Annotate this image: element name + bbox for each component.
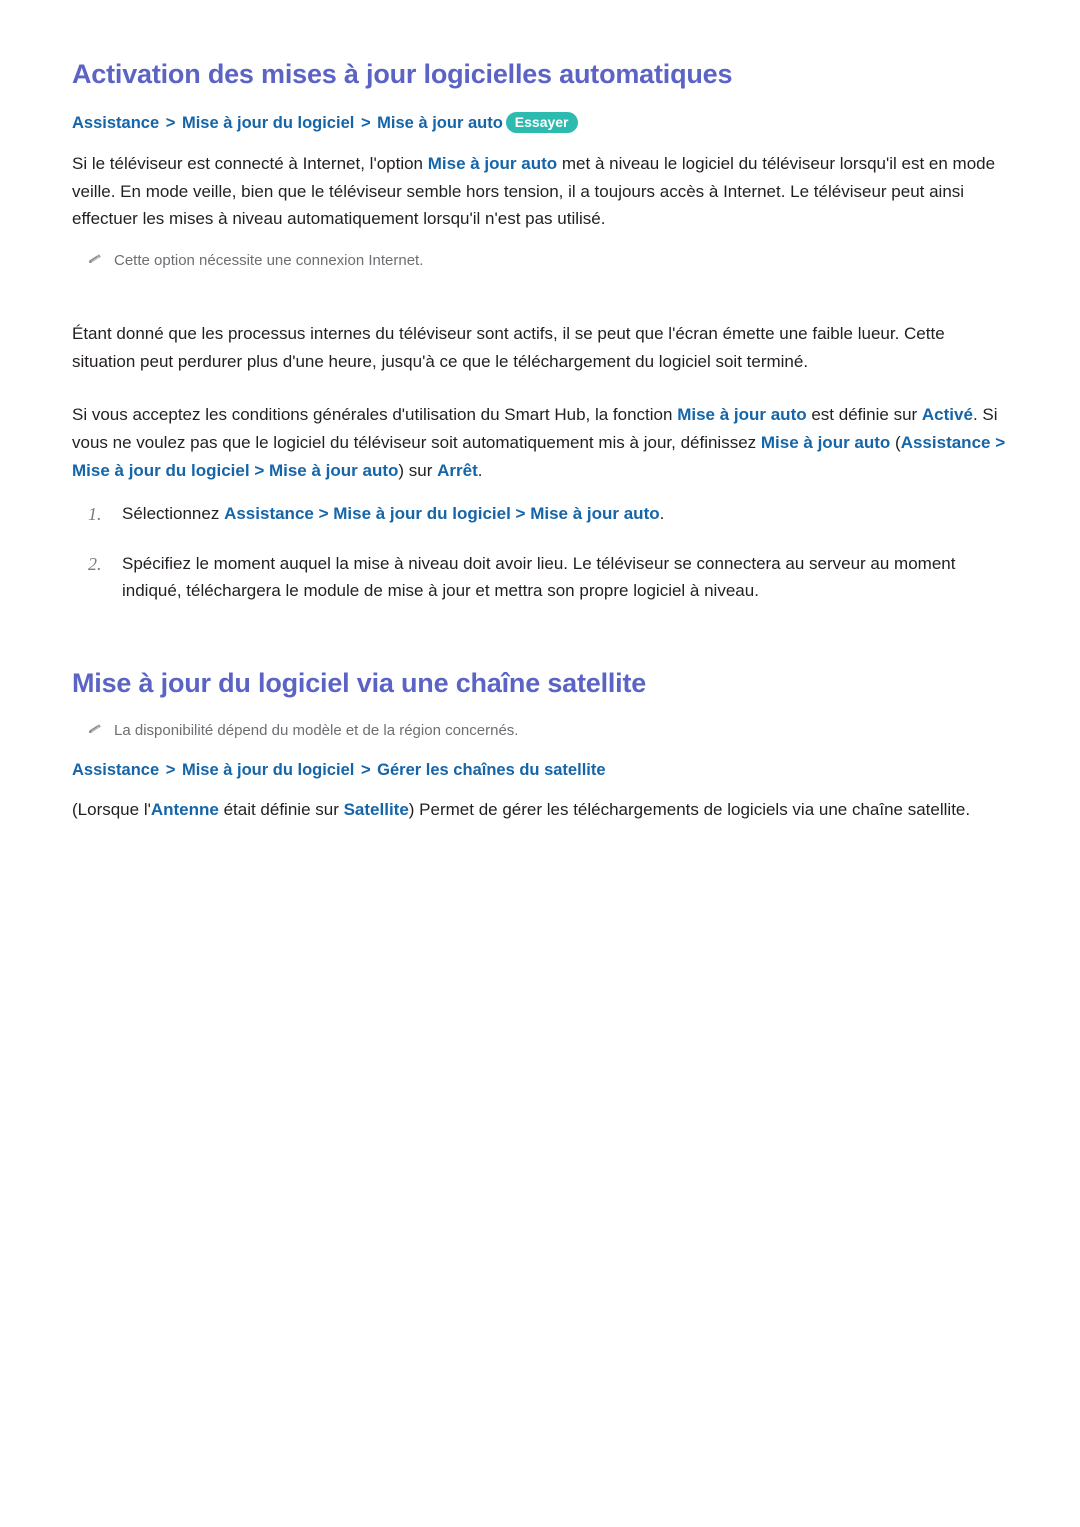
term-off: Arrêt — [437, 460, 478, 480]
term-assistance: Assistance — [224, 504, 314, 524]
text-fragment: ) Permet de gérer les téléchargements de… — [408, 800, 971, 820]
breadcrumb-item-software-update[interactable]: Mise à jour du logiciel — [182, 761, 354, 779]
breadcrumb-separator: > — [165, 114, 176, 133]
page-title: Activation des mises à jour logicielles … — [72, 59, 733, 89]
list-item: 2. Spécifiez le moment auquel la mise à n… — [72, 550, 1012, 605]
note-availability: La disponibilité dépend du modèle et de … — [86, 719, 1012, 743]
term-auto-update: Mise à jour auto — [268, 460, 399, 480]
term-auto-update: Mise à jour auto — [677, 405, 807, 425]
breadcrumb-item-software-update[interactable]: Mise à jour du logiciel — [182, 114, 354, 132]
pencil-icon — [86, 721, 104, 739]
text-fragment: ) sur — [398, 460, 438, 480]
pencil-icon — [86, 251, 104, 269]
breadcrumb-section2: Assistance > Mise à jour du logiciel > G… — [72, 759, 1012, 783]
term-assistance: Assistance — [900, 433, 991, 452]
term-software-update: Mise à jour du logiciel — [333, 504, 511, 524]
term-satellite: Satellite — [343, 800, 409, 820]
paragraph-satellite-downloads: (Lorsque l'Antenne était définie sur Sat… — [72, 796, 1012, 824]
step-number: 2. — [88, 553, 102, 574]
list-item: 1. Sélectionnez Assistance > Mise à jour … — [72, 500, 1012, 528]
step-list: 1. Sélectionnez Assistance > Mise à jour … — [72, 500, 1012, 605]
note-text: Cette option nécessite une connexion Int… — [114, 251, 424, 269]
text-fragment: . — [477, 460, 483, 480]
term-antenna: Antenne — [150, 800, 219, 820]
document-content: Activation des mises à jour logicielles … — [72, 58, 1012, 840]
term-auto-update: Mise à jour auto — [760, 433, 891, 452]
term-software-update: Mise à jour du logiciel — [72, 460, 250, 480]
breadcrumb-section1: Assistance > Mise à jour du logiciel > M… — [72, 112, 1012, 136]
document-page: Activation des mises à jour logicielles … — [0, 0, 1080, 1527]
text-fragment: est définie sur — [806, 405, 922, 425]
text-fragment: Spécifiez le moment auquel la mise à niv… — [122, 553, 956, 601]
breadcrumb-separator: > — [165, 760, 176, 779]
text-fragment: Si le téléviseur est connecté à Internet… — [72, 154, 428, 174]
breadcrumb-separator: > — [360, 760, 371, 779]
breadcrumb-item-auto-update[interactable]: Mise à jour auto — [377, 114, 503, 132]
text-fragment: ( — [890, 433, 901, 452]
try-now-badge[interactable]: Essayer — [505, 112, 578, 134]
breadcrumb-separator: > — [360, 114, 371, 133]
text-fragment: (Lorsque l' — [72, 800, 151, 820]
term-separator: > — [510, 504, 531, 524]
note-internet-required: Cette option nécessite une connexion Int… — [86, 249, 1012, 273]
term-auto-update: Mise à jour auto — [530, 504, 660, 524]
term-auto-update: Mise à jour auto — [427, 154, 558, 174]
breadcrumb-item-manage-satellite-channels[interactable]: Gérer les chaînes du satellite — [377, 761, 605, 779]
text-fragment: Sélectionnez — [122, 504, 225, 524]
paragraph-screen-glow: Étant donné que les processus internes d… — [72, 324, 945, 371]
breadcrumb-item-assistance[interactable]: Assistance — [72, 761, 159, 779]
term-separator: > — [313, 504, 334, 524]
text-fragment: était définie sur — [218, 800, 344, 820]
paragraph-auto-update-intro: Si le téléviseur est connecté à Internet… — [72, 150, 1012, 233]
page-title-satellite: Mise à jour du logiciel via une chaîne s… — [72, 667, 647, 698]
term-enabled: Activé — [921, 405, 973, 425]
breadcrumb-item-assistance[interactable]: Assistance — [72, 114, 159, 132]
term-separator: > — [249, 460, 269, 480]
note-text: La disponibilité dépend du modèle et de … — [114, 722, 519, 740]
text-fragment: . — [659, 504, 665, 524]
term-separator: > — [990, 433, 1006, 452]
step-number: 1. — [88, 504, 102, 525]
paragraph-smart-hub-terms: Si vous acceptez les conditions générale… — [72, 401, 1012, 484]
text-fragment: Si vous acceptez les conditions générale… — [72, 405, 678, 425]
